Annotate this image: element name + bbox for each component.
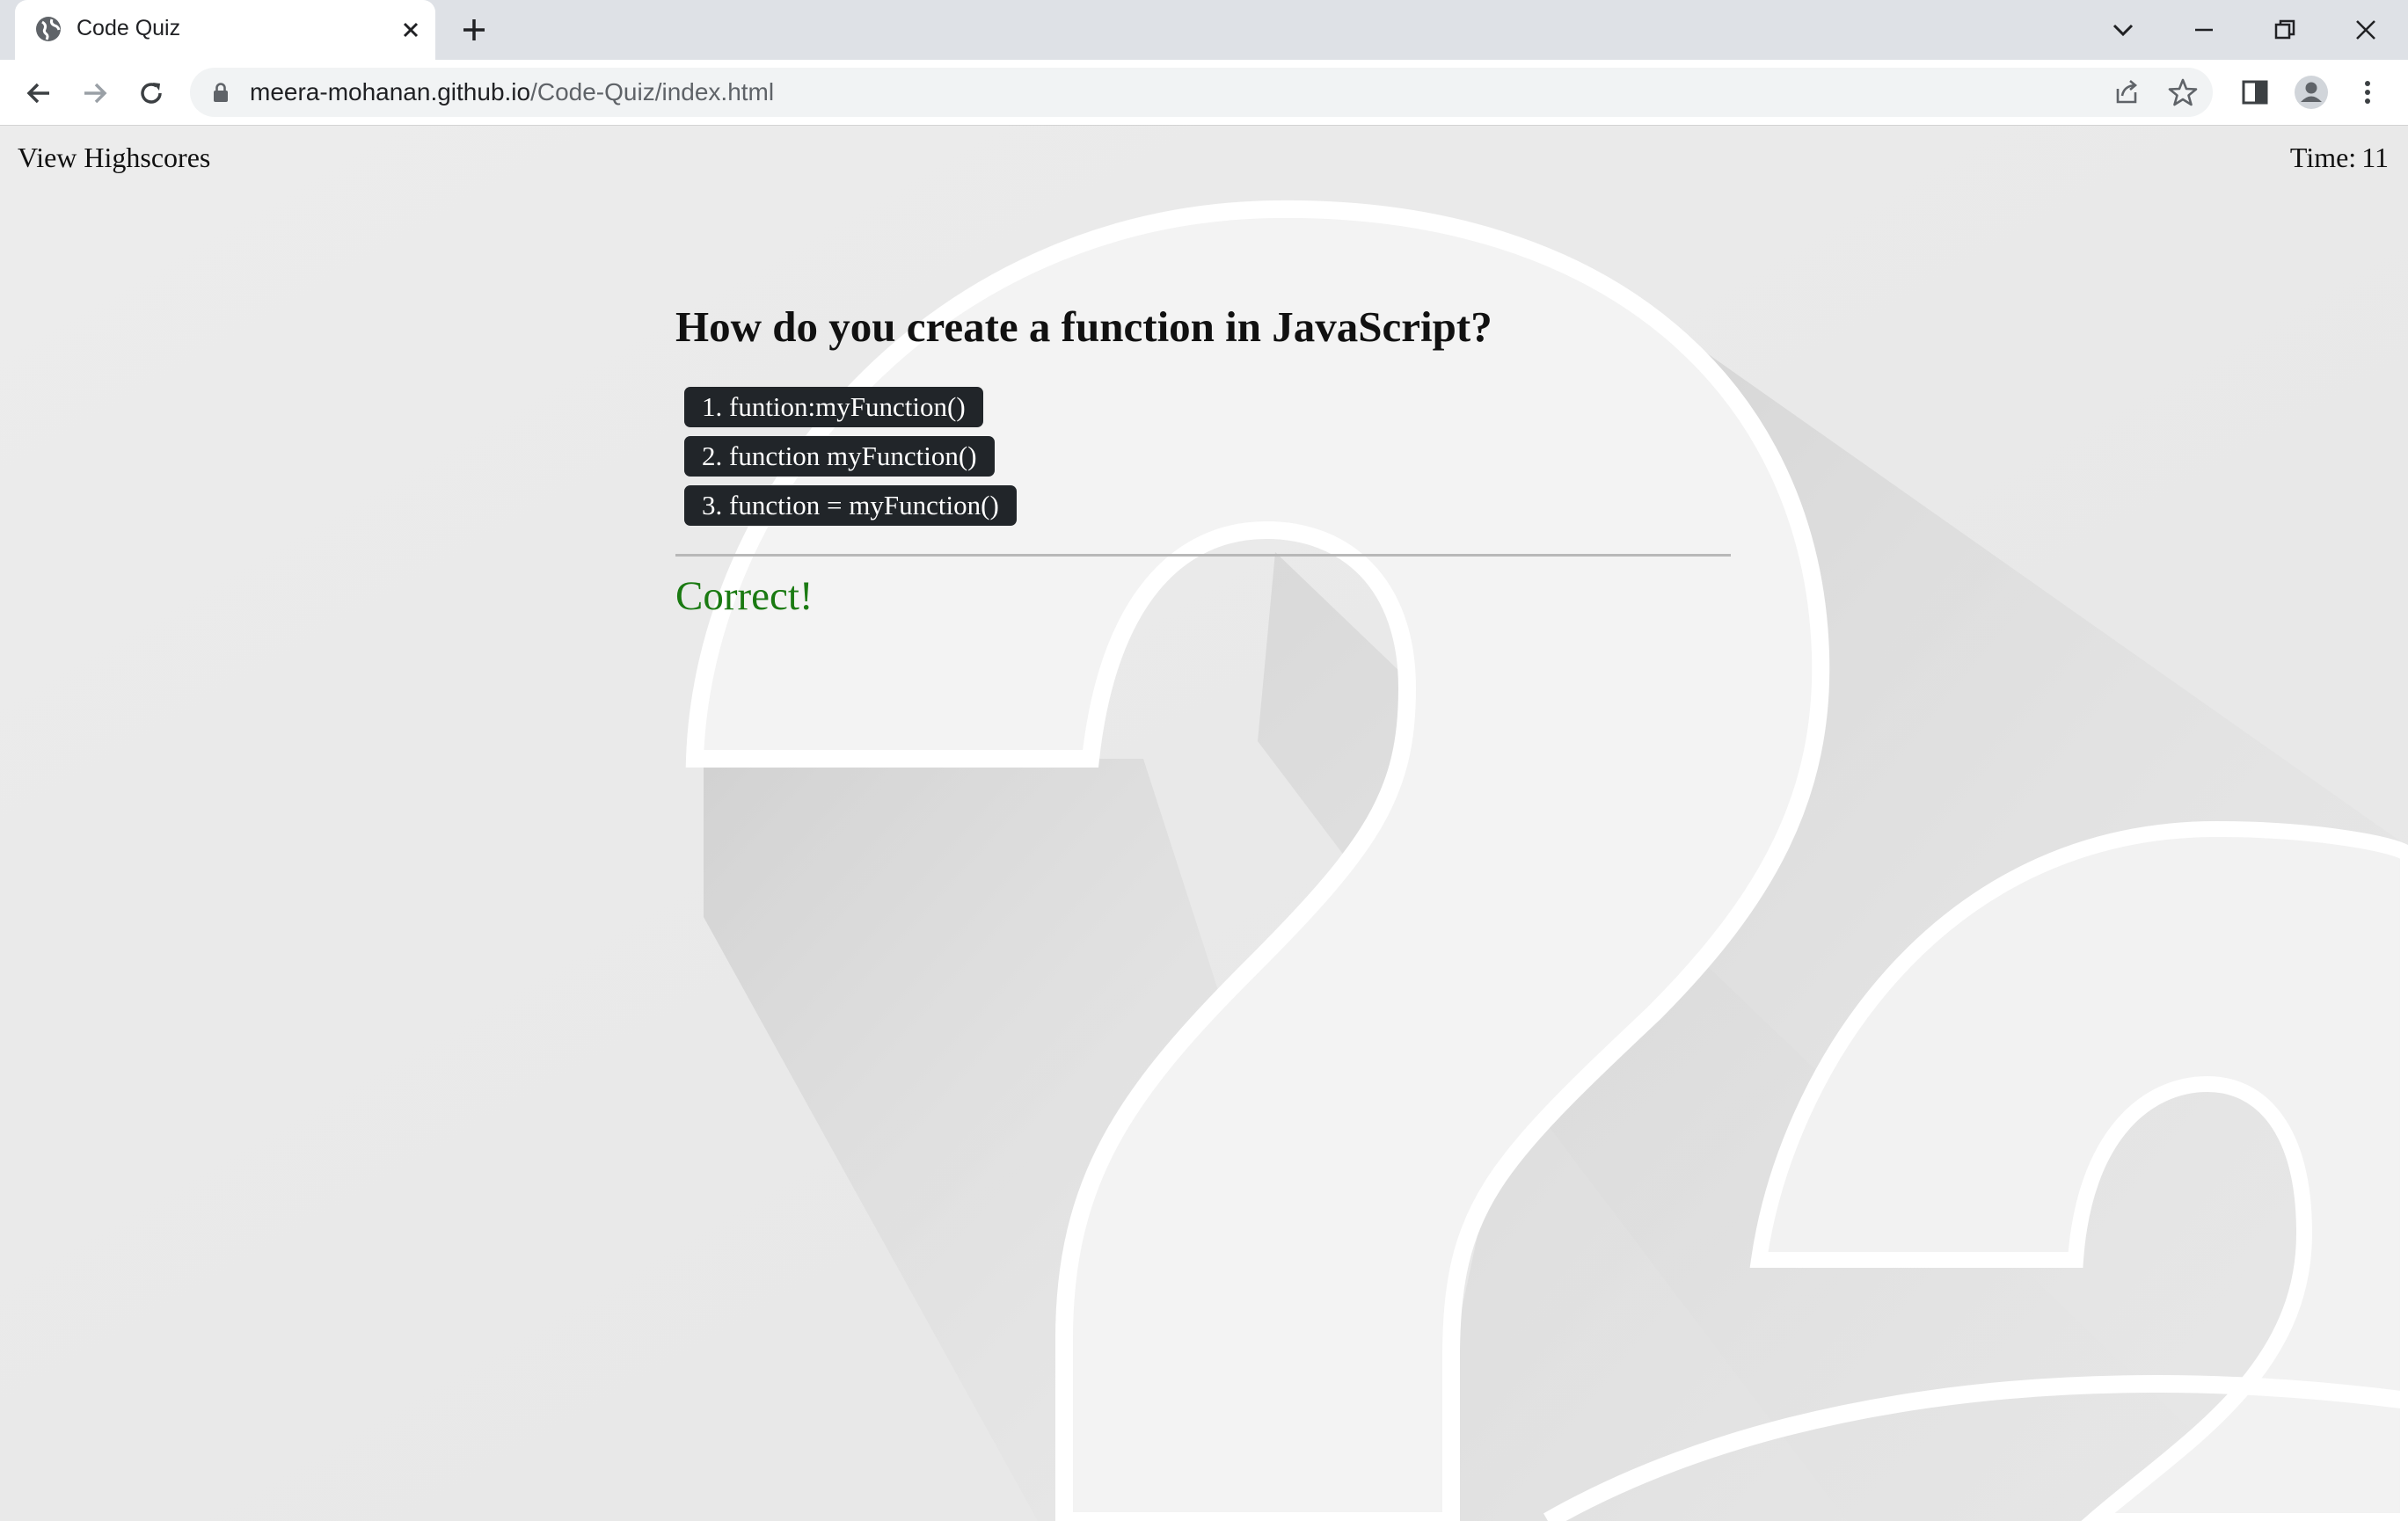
side-panel-icon[interactable]: [2237, 75, 2273, 110]
choice-button-3[interactable]: 3. function = myFunction(): [684, 484, 1017, 526]
view-highscores-link[interactable]: View Highscores: [18, 142, 210, 174]
close-icon[interactable]: [398, 18, 423, 42]
address-bar[interactable]: meera-mohanan.github.io/Code-Quiz/index.…: [190, 68, 2213, 117]
url-text: meera-mohanan.github.io/Code-Quiz/index.…: [250, 78, 774, 106]
url-path: /Code-Quiz/index.html: [530, 78, 775, 106]
choice-item: 2. function myFunction(): [684, 435, 1731, 477]
choice-button-2[interactable]: 2. function myFunction(): [684, 435, 995, 477]
timer-value: 11: [2361, 142, 2389, 173]
browser-toolbar: meera-mohanan.github.io/Code-Quiz/index.…: [0, 60, 2408, 126]
plus-icon[interactable]: [458, 14, 490, 46]
choices-list: 1. funtion:myFunction() 2. function myFu…: [684, 386, 1731, 526]
page-content: View Highscores Time: 11 How do you creat…: [0, 126, 2408, 1521]
url-domain: meera-mohanan.github.io: [250, 78, 531, 106]
restore-icon[interactable]: [2267, 12, 2302, 47]
globe-icon: [36, 17, 61, 41]
lock-icon[interactable]: [211, 82, 230, 103]
share-icon[interactable]: [2111, 76, 2142, 108]
divider: [675, 553, 1731, 557]
forward-arrow-icon[interactable]: [77, 76, 113, 111]
browser-tab[interactable]: Code Quiz: [15, 0, 435, 60]
choice-item: 3. function = myFunction(): [684, 484, 1731, 526]
choice-item: 1. funtion:myFunction(): [684, 386, 1731, 427]
browser-tabstrip: Code Quiz: [0, 0, 2408, 60]
answer-feedback: Correct!: [675, 572, 814, 619]
profile-avatar-icon[interactable]: [2294, 75, 2329, 110]
quiz-container: How do you create a function in JavaScri…: [675, 302, 1731, 620]
star-icon[interactable]: [2167, 76, 2199, 108]
close-window-icon[interactable]: [2348, 12, 2383, 47]
timer-label: Time:: [2289, 142, 2357, 173]
chevron-down-icon[interactable]: [2105, 12, 2141, 47]
minimize-icon[interactable]: [2186, 12, 2222, 47]
reload-icon[interactable]: [134, 76, 169, 111]
kebab-menu-icon[interactable]: [2350, 75, 2385, 110]
question-title: How do you create a function in JavaScri…: [675, 302, 1492, 351]
back-arrow-icon[interactable]: [21, 76, 56, 111]
timer: Time: 11: [2290, 142, 2389, 174]
choice-button-1[interactable]: 1. funtion:myFunction(): [684, 386, 983, 427]
tab-title: Code Quiz: [77, 16, 181, 40]
